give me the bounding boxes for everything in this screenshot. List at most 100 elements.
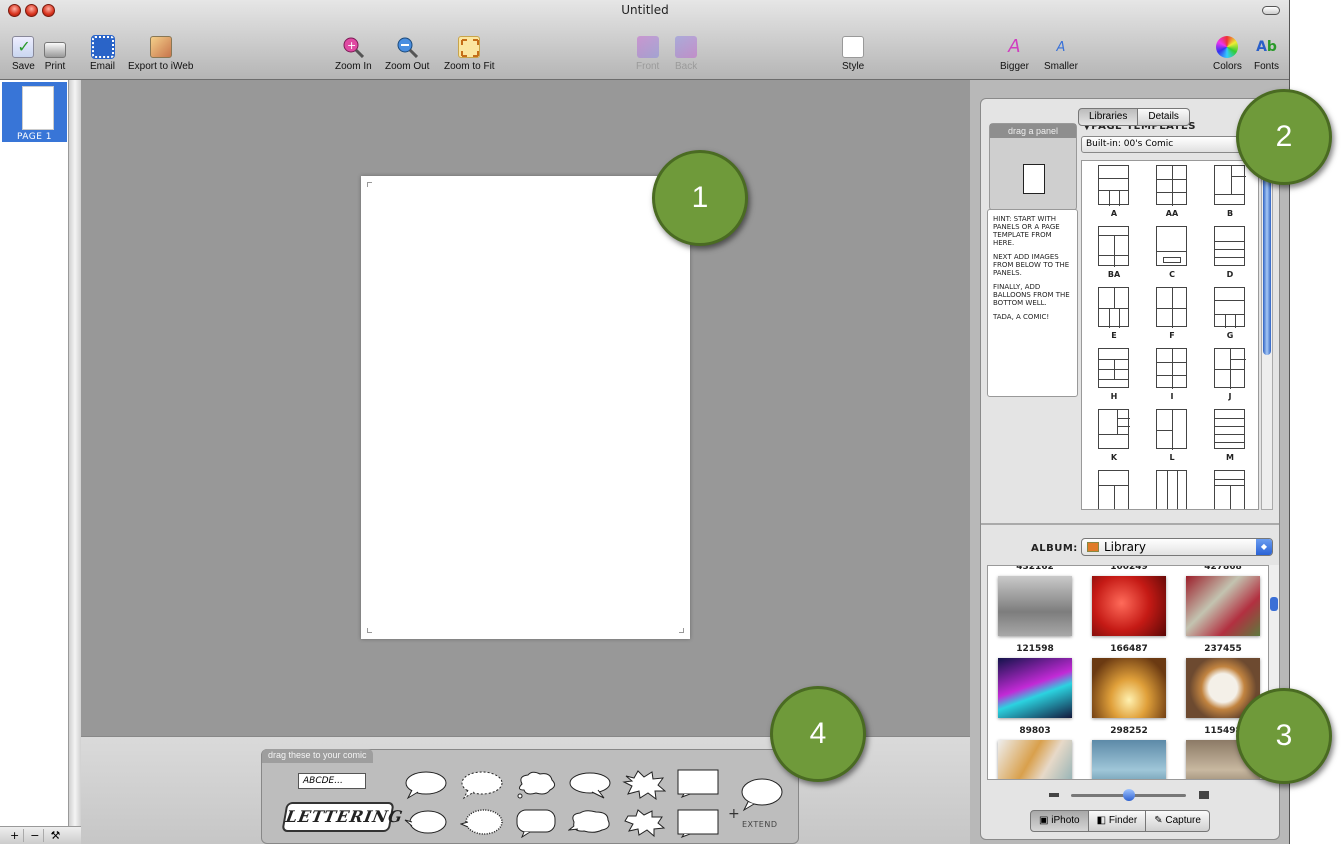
scroll-thumb[interactable] bbox=[1263, 175, 1271, 355]
select-arrows-icon: ◆ bbox=[1256, 539, 1272, 555]
page-template-item[interactable]: AA bbox=[1144, 163, 1200, 223]
photo-item[interactable]: 89803 bbox=[988, 726, 1082, 779]
export-iweb-button[interactable]: Export to iWeb bbox=[128, 36, 193, 80]
page-template-item[interactable]: H bbox=[1086, 346, 1142, 406]
template-thumbnail bbox=[1156, 348, 1187, 389]
photo-item[interactable]: 121598 bbox=[988, 644, 1082, 728]
finder-button[interactable]: ◧ Finder bbox=[1088, 810, 1147, 832]
scalloped-balloon[interactable] bbox=[460, 808, 504, 838]
zoom-out-button[interactable]: Zoom Out bbox=[385, 36, 429, 80]
add-page-button[interactable]: + bbox=[6, 829, 25, 842]
page-template-item[interactable] bbox=[1202, 468, 1258, 509]
toolbar-toggle-button[interactable] bbox=[1262, 6, 1280, 15]
photo-caption: 432162 bbox=[1016, 565, 1054, 572]
text-caption-item[interactable]: ABCDE... bbox=[298, 773, 366, 789]
zoom-in-button[interactable]: + Zoom In bbox=[335, 36, 372, 80]
page-template-item[interactable]: C bbox=[1144, 224, 1200, 284]
photo-item[interactable]: 427868 bbox=[1176, 566, 1268, 646]
capture-button[interactable]: ✎ Capture bbox=[1146, 810, 1210, 832]
template-label: G bbox=[1226, 331, 1234, 340]
photo-thumbnail bbox=[998, 658, 1072, 718]
photo-caption: 121598 bbox=[1016, 644, 1054, 654]
pane-divider[interactable] bbox=[981, 523, 1279, 525]
speech-balloon[interactable] bbox=[404, 770, 448, 800]
photo-item[interactable]: 298252 bbox=[1082, 726, 1176, 779]
inspector-content: Libraries Details drag a panel HINT: STA… bbox=[980, 98, 1280, 840]
album-value: Library bbox=[1104, 540, 1146, 554]
template-label: I bbox=[1170, 392, 1174, 401]
page-template-item[interactable]: K bbox=[1086, 407, 1142, 467]
remove-page-button[interactable]: − bbox=[26, 829, 45, 842]
bigger-button[interactable]: A Bigger bbox=[1000, 36, 1029, 80]
color-wheel-icon bbox=[1216, 36, 1239, 58]
print-button[interactable]: Print bbox=[44, 36, 66, 80]
template-label: B bbox=[1226, 209, 1234, 218]
thumbnail-size-slider[interactable] bbox=[1041, 789, 1211, 801]
lettering-item[interactable]: LETTERING bbox=[281, 802, 405, 832]
template-thumbnail bbox=[1214, 226, 1245, 266]
crop-mark bbox=[679, 628, 684, 633]
page-template-item[interactable]: A bbox=[1086, 163, 1142, 223]
photo-caption: 237455 bbox=[1204, 644, 1242, 654]
page-template-item[interactable]: M bbox=[1202, 407, 1258, 467]
canvas-area bbox=[81, 80, 970, 736]
photo-item[interactable]: 166487 bbox=[1082, 644, 1176, 728]
scroll-thumb[interactable] bbox=[1270, 597, 1278, 611]
iphoto-button[interactable]: ▣ iPhoto bbox=[1030, 810, 1089, 832]
window-title: Untitled bbox=[621, 3, 669, 17]
page-template-item[interactable]: I bbox=[1144, 346, 1200, 406]
template-thumbnail bbox=[1156, 470, 1187, 509]
page-template-item[interactable] bbox=[1144, 468, 1200, 509]
template-thumbnail bbox=[1098, 470, 1129, 509]
caption-box[interactable] bbox=[676, 768, 720, 798]
page-template-item[interactable]: L bbox=[1144, 407, 1200, 467]
send-back-icon bbox=[675, 36, 698, 58]
page-actions-button[interactable]: ⚒ bbox=[46, 829, 64, 842]
colors-button[interactable]: Colors bbox=[1213, 36, 1242, 80]
drag-panel-well[interactable]: drag a panel bbox=[989, 123, 1077, 211]
page-thumbnail-item[interactable]: PAGE 1 bbox=[2, 82, 67, 142]
comic-page[interactable] bbox=[361, 176, 690, 639]
back-button[interactable]: Back bbox=[675, 36, 697, 80]
slider-knob[interactable] bbox=[1123, 789, 1135, 801]
tab-libraries[interactable]: Libraries bbox=[1078, 108, 1139, 126]
burst-balloon[interactable] bbox=[622, 808, 666, 838]
page-template-item[interactable]: G bbox=[1202, 285, 1258, 345]
save-button[interactable]: ✓ Save bbox=[12, 36, 35, 80]
oval-balloon[interactable] bbox=[568, 770, 612, 800]
style-button[interactable]: Style bbox=[842, 36, 864, 80]
template-scrollbar[interactable] bbox=[1261, 160, 1273, 510]
balloon-palette-title: drag these to your comic bbox=[262, 749, 373, 763]
zoom-to-fit-button[interactable]: Zoom to Fit bbox=[444, 36, 495, 80]
template-thumbnail bbox=[1156, 226, 1187, 266]
page-template-item[interactable]: J bbox=[1202, 346, 1258, 406]
fonts-button[interactable]: Ab Fonts bbox=[1254, 36, 1279, 80]
caption-box-square[interactable] bbox=[676, 808, 720, 838]
template-label: A bbox=[1110, 209, 1118, 218]
template-thumbnail bbox=[1098, 348, 1129, 388]
rounded-box-balloon[interactable] bbox=[514, 808, 558, 838]
photo-item[interactable]: 432162 bbox=[988, 565, 1082, 646]
shout-balloon[interactable] bbox=[622, 770, 666, 800]
page-template-item[interactable]: D bbox=[1202, 224, 1258, 284]
page-template-item[interactable]: B bbox=[1202, 163, 1258, 223]
smaller-button[interactable]: A Smaller bbox=[1044, 36, 1078, 80]
whisper-balloon[interactable] bbox=[460, 770, 504, 800]
page-template-item[interactable] bbox=[1086, 468, 1142, 509]
photo-item[interactable]: 100249 bbox=[1082, 566, 1176, 646]
speech-balloon-left[interactable] bbox=[404, 808, 448, 838]
page-template-item[interactable]: F bbox=[1144, 285, 1200, 345]
wavy-balloon[interactable] bbox=[568, 808, 612, 838]
album-select[interactable]: Library ◆ bbox=[1081, 538, 1273, 556]
email-button[interactable]: Email bbox=[90, 35, 115, 80]
page-template-item[interactable]: E bbox=[1086, 285, 1142, 345]
front-button[interactable]: Front bbox=[636, 36, 659, 80]
app-window: Untitled ✓ Save Print Email Export to iW… bbox=[0, 0, 1290, 844]
page-template-item[interactable]: BA bbox=[1086, 224, 1142, 284]
tab-details[interactable]: Details bbox=[1138, 108, 1190, 126]
template-thumbnail bbox=[1214, 287, 1245, 328]
text-smaller-icon: A bbox=[1056, 40, 1066, 55]
template-label: D bbox=[1226, 270, 1234, 279]
pages-scrollbar[interactable] bbox=[69, 80, 81, 826]
thought-balloon[interactable] bbox=[514, 770, 558, 800]
